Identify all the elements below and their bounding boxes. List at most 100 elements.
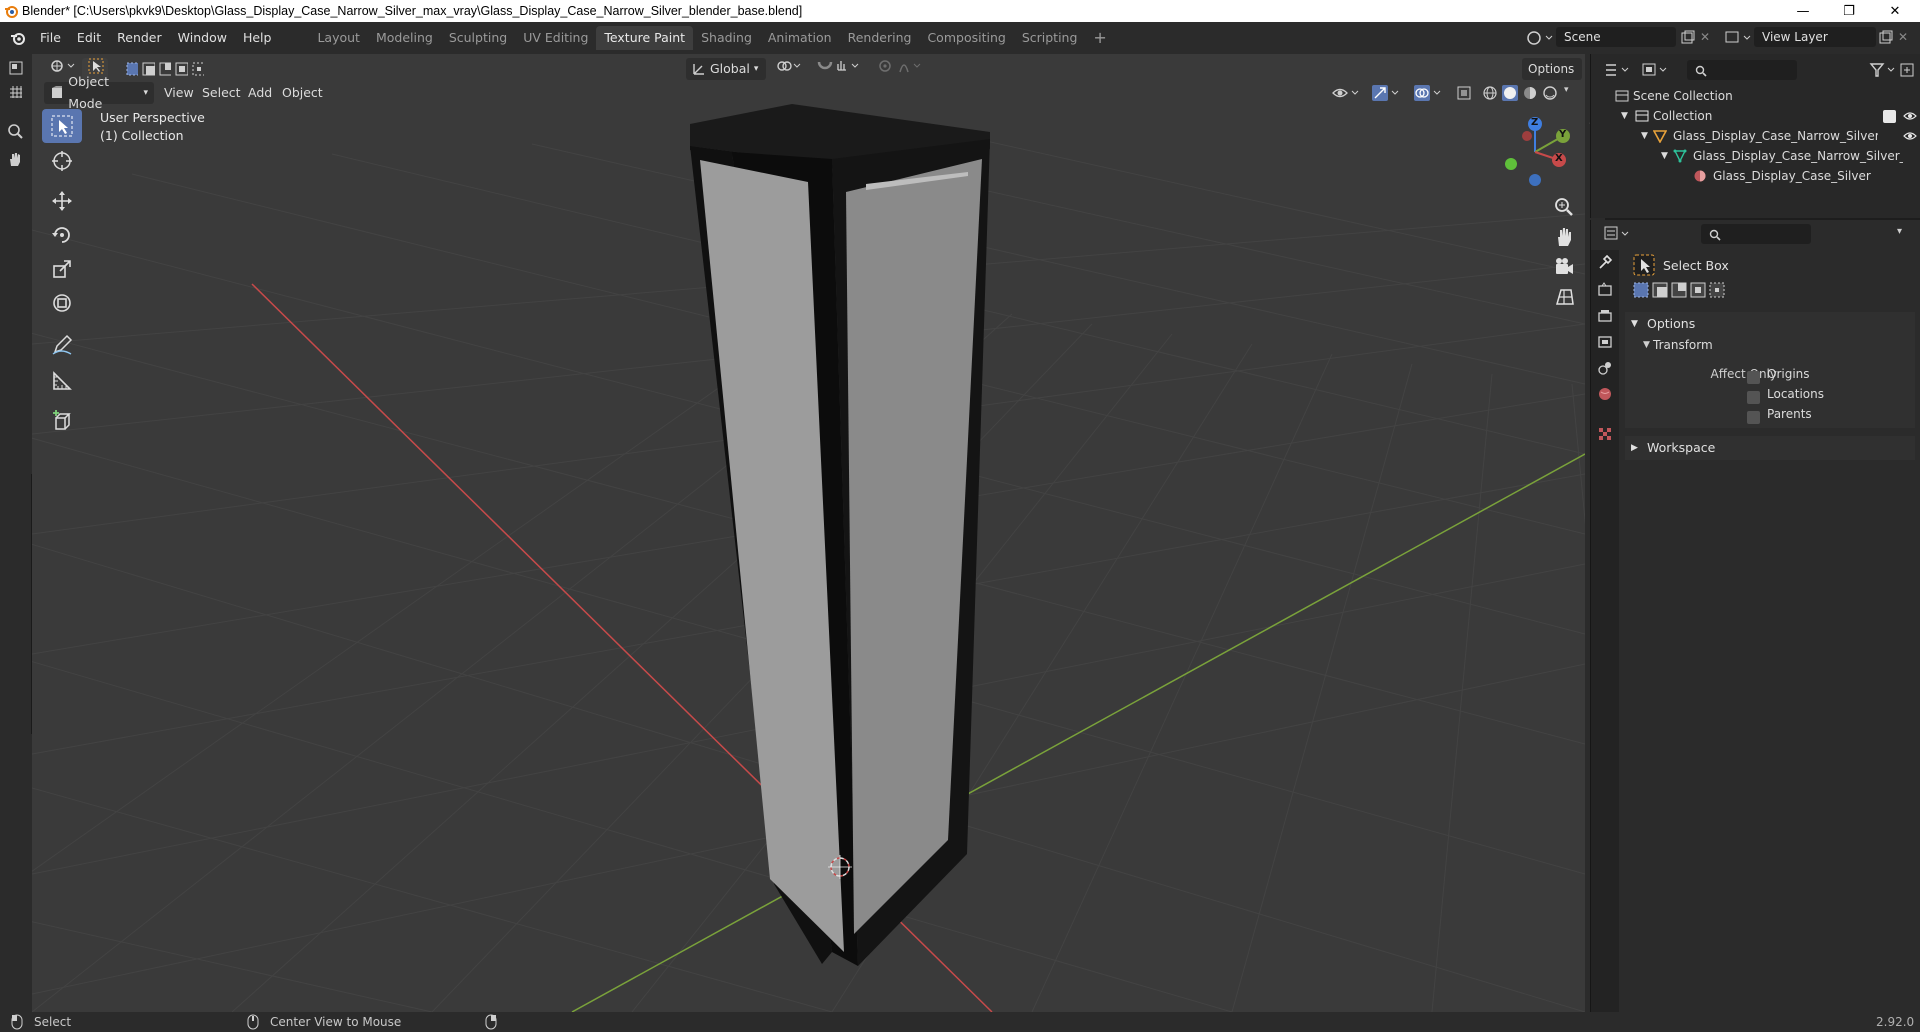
tab-shading[interactable]: Shading: [693, 26, 760, 50]
expand-arrow-icon[interactable]: ▼: [1661, 146, 1668, 166]
zoom-view-icon[interactable]: [6, 122, 24, 140]
filter-icon[interactable]: [1869, 60, 1899, 80]
outliner-material[interactable]: Glass_Display_Case_Silver: [1591, 166, 1920, 186]
output-tab-icon[interactable]: [1597, 308, 1613, 324]
blender-menu-icon[interactable]: [10, 30, 26, 46]
locations-checkbox[interactable]: [1747, 391, 1760, 404]
tab-sculpting[interactable]: Sculpting: [441, 26, 515, 50]
collection-checkbox[interactable]: [1883, 110, 1896, 123]
new-collection-icon[interactable]: [1899, 60, 1917, 80]
visibility-eye-icon[interactable]: [1332, 85, 1362, 101]
new-scene-icon[interactable]: [1680, 30, 1696, 46]
scene-browse-icon[interactable]: [1524, 27, 1554, 49]
render-tab-icon[interactable]: [1597, 282, 1613, 298]
wireframe-shading-icon[interactable]: [1482, 85, 1498, 101]
transform-tool[interactable]: [42, 286, 82, 320]
outliner-scene-collection[interactable]: Scene Collection: [1591, 86, 1920, 106]
tab-scripting[interactable]: Scripting: [1014, 26, 1086, 50]
pan-hand-icon[interactable]: [6, 150, 24, 168]
view-layer-browse-icon[interactable]: [1722, 27, 1752, 49]
properties-editor-type-icon[interactable]: [1603, 224, 1633, 244]
measure-tool[interactable]: [42, 364, 82, 398]
minimize-button[interactable]: —: [1780, 0, 1826, 22]
workspace-panel-header[interactable]: ▶ Workspace: [1625, 436, 1915, 460]
ortho-grid-icon[interactable]: [1553, 286, 1575, 308]
tab-uv-editing[interactable]: UV Editing: [515, 26, 596, 50]
tab-texture-paint[interactable]: Texture Paint: [596, 26, 694, 50]
navigation-gizmo[interactable]: Z Y X: [1495, 112, 1575, 192]
pivot-point-dropdown[interactable]: [770, 58, 804, 80]
3d-viewport[interactable]: User Perspective (1) Collection Z Y X: [32, 54, 1585, 1012]
xray-toggle-icon[interactable]: [1456, 85, 1472, 101]
menu-object[interactable]: Object: [276, 82, 329, 104]
editor-type-icon[interactable]: [8, 60, 24, 76]
collapse-arrow-icon[interactable]: ▼: [1643, 340, 1650, 350]
view-layer-field[interactable]: View Layer: [1754, 27, 1876, 47]
proportional-edit-controls[interactable]: [872, 58, 922, 80]
gizmo-toggle-icon[interactable]: [1372, 85, 1402, 101]
grid-toggle-icon[interactable]: [8, 84, 24, 100]
tool-tab-icon[interactable]: [1597, 254, 1613, 270]
tab-modeling[interactable]: Modeling: [368, 26, 441, 50]
menu-edit[interactable]: Edit: [69, 27, 109, 49]
texture-tab-icon[interactable]: [1597, 426, 1613, 442]
view-layer-tab-icon[interactable]: [1597, 334, 1613, 350]
menu-help[interactable]: Help: [235, 27, 280, 49]
display-mode-icon[interactable]: [1641, 60, 1671, 80]
delete-scene-icon[interactable]: ✕: [1700, 30, 1710, 44]
transform-orientation-dropdown[interactable]: Global ▾: [686, 58, 766, 80]
origins-checkbox[interactable]: [1747, 371, 1760, 384]
outliner-object[interactable]: ▼ Glass_Display_Case_Narrow_Silver_obj_: [1591, 126, 1920, 146]
object-mode-dropdown[interactable]: Object Mode ▾: [44, 74, 154, 111]
expand-arrow-icon[interactable]: ▼: [1641, 126, 1648, 146]
options-dropdown[interactable]: Options ▾: [1522, 58, 1582, 98]
rendered-shading-icon[interactable]: [1542, 85, 1558, 101]
maximize-button[interactable]: ❐: [1826, 0, 1872, 22]
scale-tool[interactable]: [42, 252, 82, 286]
outliner-editor-type-icon[interactable]: [1603, 60, 1633, 80]
properties-search-field[interactable]: [1701, 224, 1811, 244]
zoom-icon[interactable]: [1553, 196, 1575, 218]
snapping-controls[interactable]: [810, 58, 866, 80]
tab-compositing[interactable]: Compositing: [919, 26, 1013, 50]
menu-select[interactable]: Select: [196, 82, 247, 104]
eye-icon[interactable]: [1903, 109, 1917, 123]
rotate-tool[interactable]: [42, 218, 82, 252]
cursor-tool[interactable]: [42, 144, 82, 178]
camera-view-icon[interactable]: [1553, 256, 1575, 278]
delete-view-layer-icon[interactable]: ✕: [1898, 30, 1908, 44]
tab-animation[interactable]: Animation: [760, 26, 840, 50]
expand-arrow-icon[interactable]: ▼: [1621, 106, 1628, 126]
menu-render[interactable]: Render: [109, 27, 170, 49]
new-view-layer-icon[interactable]: [1878, 30, 1894, 46]
scene-name-field[interactable]: Scene: [1556, 27, 1676, 47]
add-cube-tool[interactable]: [42, 404, 82, 438]
pan-view-icon[interactable]: [1553, 226, 1575, 248]
world-tab-icon[interactable]: [1597, 386, 1613, 402]
transform-subpanel-label[interactable]: Transform: [1653, 338, 1713, 352]
material-shading-icon[interactable]: [1522, 85, 1538, 101]
annotate-tool[interactable]: [42, 328, 82, 362]
menu-view[interactable]: View: [158, 82, 200, 104]
properties-options-chevron-icon[interactable]: ▾: [1897, 226, 1902, 237]
parents-checkbox[interactable]: [1747, 411, 1760, 424]
move-tool[interactable]: [42, 184, 82, 218]
eye-icon[interactable]: [1903, 129, 1917, 143]
scene-tab-icon[interactable]: [1597, 360, 1613, 376]
outliner-search-field[interactable]: [1687, 60, 1797, 80]
tab-rendering[interactable]: Rendering: [840, 26, 920, 50]
add-workspace-button[interactable]: +: [1085, 26, 1114, 50]
select-box-tool[interactable]: [42, 109, 82, 143]
menu-add[interactable]: Add: [242, 82, 278, 104]
outliner-mesh[interactable]: ▼ Glass_Display_Case_Narrow_Silver_: [1591, 146, 1920, 166]
props-select-mode-group[interactable]: [1633, 282, 1725, 298]
shading-options-chevron-icon[interactable]: ▾: [1564, 85, 1569, 95]
close-button[interactable]: ✕: [1872, 0, 1918, 22]
options-panel-header[interactable]: ▼ Options: [1625, 312, 1915, 336]
menu-file[interactable]: File: [32, 27, 69, 49]
solid-shading-icon[interactable]: [1502, 85, 1518, 101]
outliner-collection[interactable]: ▼ Collection: [1591, 106, 1920, 126]
tab-layout[interactable]: Layout: [309, 26, 368, 50]
menu-window[interactable]: Window: [170, 27, 235, 49]
overlays-toggle-icon[interactable]: [1414, 85, 1444, 101]
